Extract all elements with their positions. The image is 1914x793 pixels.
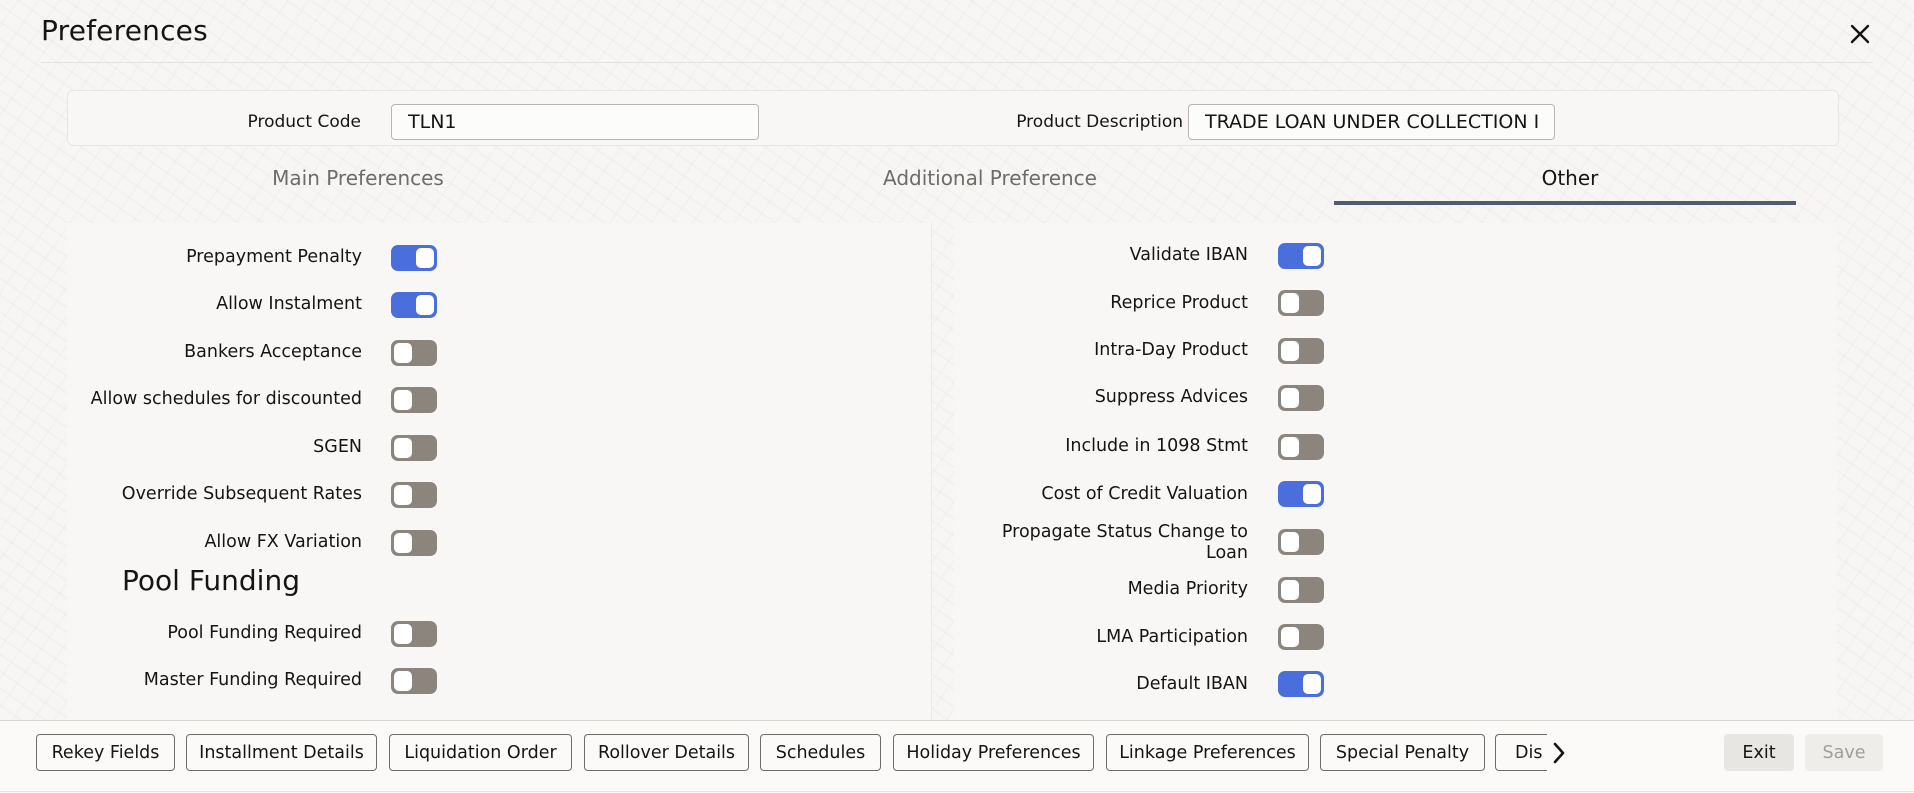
toggle-knob bbox=[1281, 627, 1299, 647]
toggle-knob bbox=[416, 248, 434, 268]
toggle-knob bbox=[394, 624, 412, 644]
prepayment-penalty-label: Prepayment Penalty bbox=[186, 247, 362, 267]
liquidation-order-button[interactable]: Liquidation Order bbox=[389, 734, 572, 771]
dialog-title: Preferences bbox=[41, 14, 208, 47]
holiday-preferences-button[interactable]: Holiday Preferences bbox=[893, 734, 1094, 771]
schedules-button[interactable]: Schedules bbox=[760, 734, 881, 771]
toggle-knob bbox=[1281, 437, 1299, 457]
toggle-knob bbox=[1303, 484, 1321, 504]
footer-toolbar: Rekey Fields Installment Details Liquida… bbox=[0, 720, 1914, 793]
close-button[interactable] bbox=[1844, 18, 1876, 50]
product-description-label: Product Description bbox=[1016, 112, 1183, 132]
rollover-details-button[interactable]: Rollover Details bbox=[584, 734, 749, 771]
default-iban-label: Default IBAN bbox=[1136, 674, 1248, 694]
suppress-advices-label: Suppress Advices bbox=[1094, 387, 1248, 407]
toggle-knob bbox=[1281, 532, 1299, 552]
toggle-knob bbox=[1281, 580, 1299, 600]
allow-schedules-discounted-toggle[interactable] bbox=[391, 387, 437, 413]
product-code-input[interactable] bbox=[391, 104, 759, 140]
prepayment-penalty-toggle[interactable] bbox=[391, 245, 437, 271]
exit-button[interactable]: Exit bbox=[1724, 734, 1794, 771]
reprice-product-toggle[interactable] bbox=[1278, 290, 1324, 316]
cost-of-credit-valuation-toggle[interactable] bbox=[1278, 481, 1324, 507]
special-penalty-button[interactable]: Special Penalty bbox=[1320, 734, 1485, 771]
pool-funding-required-toggle[interactable] bbox=[391, 621, 437, 647]
media-priority-label: Media Priority bbox=[1127, 579, 1248, 599]
allow-instalment-label: Allow Instalment bbox=[216, 294, 362, 314]
tab-additional-preference[interactable]: Additional Preference bbox=[840, 166, 1140, 206]
master-funding-required-label: Master Funding Required bbox=[143, 670, 362, 690]
toggle-knob bbox=[1303, 674, 1321, 694]
toggle-knob bbox=[1281, 388, 1299, 408]
intra-day-product-toggle[interactable] bbox=[1278, 338, 1324, 364]
save-button: Save bbox=[1805, 734, 1883, 771]
override-subsequent-rates-label: Override Subsequent Rates bbox=[121, 484, 362, 504]
sgen-label: SGEN bbox=[313, 437, 362, 457]
default-iban-toggle[interactable] bbox=[1278, 671, 1324, 697]
propagate-status-change-label-line1: Propagate Status Change to bbox=[1001, 522, 1248, 542]
pool-funding-heading: Pool Funding bbox=[122, 564, 300, 597]
lma-participation-toggle[interactable] bbox=[1278, 624, 1324, 650]
title-divider bbox=[41, 62, 1873, 63]
include-1098-stmt-toggle[interactable] bbox=[1278, 434, 1324, 460]
rekey-fields-button[interactable]: Rekey Fields bbox=[36, 734, 175, 771]
tab-other[interactable]: Other bbox=[1420, 166, 1720, 206]
dis-button-clipped[interactable]: Dis bbox=[1495, 734, 1547, 771]
allow-instalment-toggle[interactable] bbox=[391, 292, 437, 318]
suppress-advices-toggle[interactable] bbox=[1278, 385, 1324, 411]
product-code-label: Product Code bbox=[247, 112, 361, 132]
validate-iban-toggle[interactable] bbox=[1278, 243, 1324, 269]
allow-schedules-discounted-label: Allow schedules for discounted bbox=[90, 389, 362, 409]
installment-details-button[interactable]: Installment Details bbox=[186, 734, 377, 771]
allow-fx-variation-toggle[interactable] bbox=[391, 530, 437, 556]
cost-of-credit-valuation-label: Cost of Credit Valuation bbox=[1041, 484, 1248, 504]
intra-day-product-label: Intra-Day Product bbox=[1094, 340, 1248, 360]
tab-main-preferences[interactable]: Main Preferences bbox=[208, 166, 508, 206]
toggle-knob bbox=[394, 390, 412, 410]
bankers-acceptance-toggle[interactable] bbox=[391, 340, 437, 366]
chevron-right-icon bbox=[1553, 742, 1565, 764]
reprice-product-label: Reprice Product bbox=[1110, 293, 1248, 313]
toggle-knob bbox=[394, 438, 412, 458]
pool-funding-required-label: Pool Funding Required bbox=[167, 623, 362, 643]
toggle-knob bbox=[394, 533, 412, 553]
propagate-status-change-label: Propagate Status Change to Loan bbox=[960, 522, 1248, 564]
toggle-knob bbox=[1281, 293, 1299, 313]
active-tab-indicator bbox=[1334, 201, 1796, 205]
scroll-right-button[interactable] bbox=[1544, 737, 1574, 769]
validate-iban-label: Validate IBAN bbox=[1129, 245, 1248, 265]
media-priority-toggle[interactable] bbox=[1278, 577, 1324, 603]
toggle-knob bbox=[394, 343, 412, 363]
allow-fx-variation-label: Allow FX Variation bbox=[204, 532, 362, 552]
sgen-toggle[interactable] bbox=[391, 435, 437, 461]
toggle-knob bbox=[1303, 246, 1321, 266]
close-icon bbox=[1850, 24, 1870, 44]
propagate-status-change-label-line2: Loan bbox=[1206, 543, 1248, 563]
linkage-preferences-button[interactable]: Linkage Preferences bbox=[1106, 734, 1309, 771]
toggle-knob bbox=[394, 671, 412, 691]
bankers-acceptance-label: Bankers Acceptance bbox=[184, 342, 362, 362]
propagate-status-change-toggle[interactable] bbox=[1278, 529, 1324, 555]
master-funding-required-toggle[interactable] bbox=[391, 668, 437, 694]
toggle-knob bbox=[1281, 341, 1299, 361]
toggle-knob bbox=[416, 295, 434, 315]
toggle-knob bbox=[394, 485, 412, 505]
product-description-input[interactable] bbox=[1188, 104, 1555, 140]
lma-participation-label: LMA Participation bbox=[1096, 627, 1248, 647]
override-subsequent-rates-toggle[interactable] bbox=[391, 482, 437, 508]
include-1098-stmt-label: Include in 1098 Stmt bbox=[1065, 436, 1248, 456]
